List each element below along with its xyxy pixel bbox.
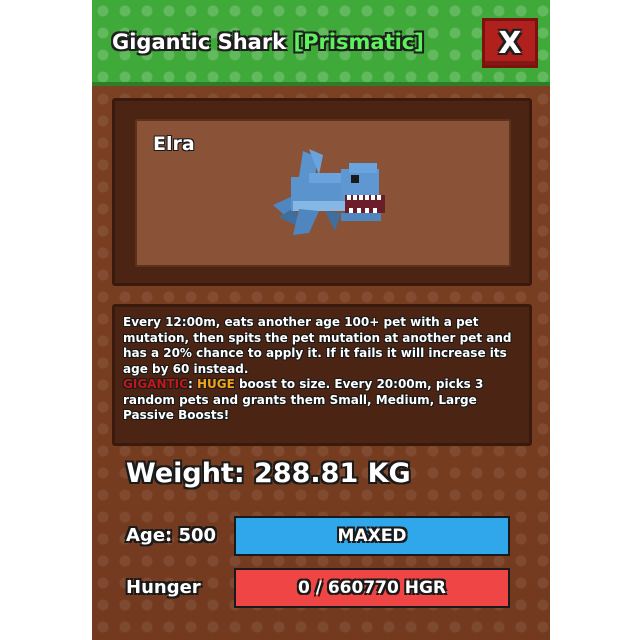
hunger-bar: 0 / 660770 HGR: [234, 568, 510, 608]
pet-name: Gigantic Shark: [112, 30, 287, 54]
owner-name: Elra: [153, 133, 195, 155]
rarity-tag: [Prismatic]: [293, 30, 424, 54]
age-label: Age: 500: [126, 525, 217, 546]
age-bar-text: MAXED: [337, 526, 407, 546]
panel-header: Gigantic Shark [Prismatic] X: [92, 0, 550, 86]
boost-word: HUGE: [196, 377, 235, 391]
mutation-separator: :: [187, 377, 197, 391]
pet-info-panel: Gigantic Shark [Prismatic] X Elra Every …: [92, 0, 550, 640]
pet-description: Every 12:00m, eats another age 100+ pet …: [112, 304, 532, 446]
description-text-1: Every 12:00m, eats another age 100+ pet …: [123, 315, 512, 376]
hunger-label: Hunger: [126, 577, 201, 598]
weight-label: Weight: 288.81 KG: [126, 458, 411, 489]
close-button[interactable]: X: [482, 18, 538, 68]
age-bar: MAXED: [234, 516, 510, 556]
hunger-bar-text: 0 / 660770 HGR: [297, 578, 447, 598]
mutation-name: GIGANTIC: [123, 377, 188, 391]
pet-preview: Elra: [135, 119, 511, 267]
pet-preview-frame: Elra: [112, 98, 532, 286]
shark-pet-icon: [273, 149, 385, 235]
pet-title: Gigantic Shark [Prismatic]: [112, 30, 424, 54]
close-icon: X: [498, 25, 522, 61]
